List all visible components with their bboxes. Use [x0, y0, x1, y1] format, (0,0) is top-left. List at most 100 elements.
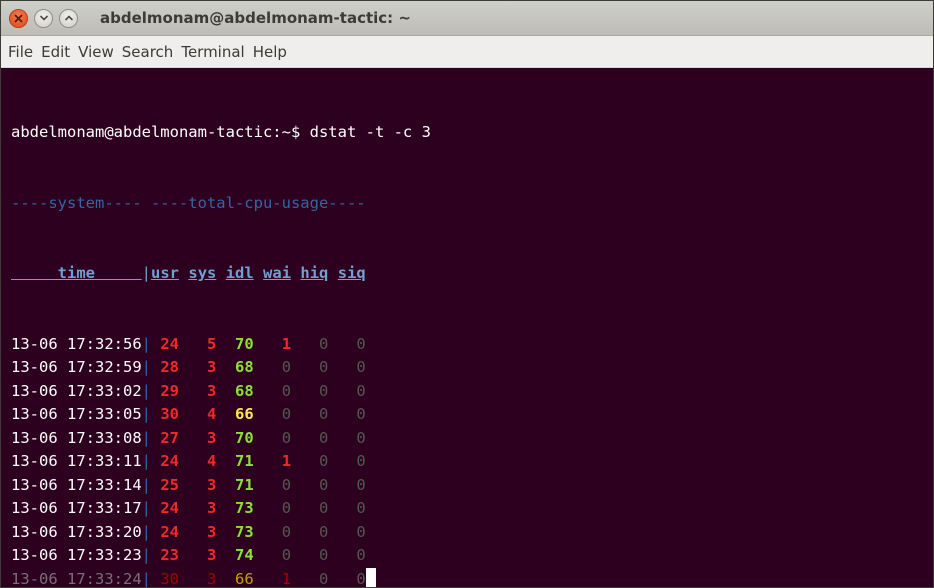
cell-sys: 3: [207, 522, 217, 541]
column-header-time: time: [57, 264, 95, 282]
cell-idl: 71: [235, 452, 254, 470]
column-header-usr: usr: [151, 264, 180, 282]
cell-idl: 70: [235, 428, 254, 447]
cell-siq: 0: [356, 499, 366, 517]
column-header-wai: wai: [263, 264, 292, 282]
cell-hiq: 0: [319, 546, 329, 564]
cell-hiq: 0: [319, 569, 329, 588]
menu-file[interactable]: File: [4, 43, 37, 61]
table-row: 13-06 17:33:24| 30 3 66 1 0 0: [11, 567, 933, 588]
cell-siq: 0: [356, 381, 366, 400]
header-groups: ----system---- ----total-cpu-usage----: [11, 193, 366, 212]
cell-hiq: 0: [319, 475, 329, 494]
cell-sys: 3: [207, 358, 217, 376]
cell-usr: 23: [160, 546, 180, 564]
row-time: 13-06 17:33:05: [11, 405, 142, 423]
cell-usr: 30: [160, 405, 180, 423]
table-row: 13-06 17:33:14| 25 3 71 0 0 0: [11, 474, 933, 498]
cell-siq: 0: [356, 452, 366, 470]
cell-hiq: 0: [319, 522, 329, 541]
cell-sys: 3: [207, 381, 217, 400]
cell-sys: 5: [207, 334, 217, 353]
cell-sys: 4: [207, 405, 217, 423]
cell-usr: 29: [160, 381, 180, 400]
menu-view[interactable]: View: [74, 43, 118, 61]
cell-siq: 0: [356, 522, 366, 541]
menu-help[interactable]: Help: [249, 43, 291, 61]
cell-wai: 1: [281, 569, 292, 588]
title-bar[interactable]: abdelmonam@abdelmonam-tactic: ~: [1, 1, 933, 36]
chevron-up-icon: [64, 15, 73, 21]
cell-hiq: 0: [319, 499, 329, 517]
row-time: 13-06 17:32:59: [11, 358, 142, 376]
cell-hiq: 0: [319, 358, 329, 376]
cell-wai: 0: [281, 499, 292, 517]
column-separator: |: [141, 569, 151, 588]
column-separator: |: [141, 546, 151, 564]
cell-siq: 0: [356, 405, 366, 423]
row-time: 13-06 17:33:23: [11, 546, 142, 564]
column-separator: |: [141, 522, 151, 541]
cell-usr: 25: [160, 475, 180, 494]
menu-search[interactable]: Search: [118, 43, 178, 61]
cell-sys: 3: [207, 569, 217, 588]
column-header-hiq: hiq: [300, 264, 329, 282]
cell-idl: 66: [235, 405, 254, 423]
table-row: 13-06 17:32:59| 28 3 68 0 0 0: [11, 356, 933, 380]
cell-idl: 68: [235, 381, 254, 400]
cell-idl: 71: [235, 475, 254, 494]
menu-terminal[interactable]: Terminal: [177, 43, 248, 61]
data-rows: 13-06 17:32:56| 24 5 70 1 0 0 13-06 17:32…: [11, 333, 933, 588]
cell-idl: 70: [235, 334, 254, 353]
cell-sys: 3: [207, 475, 217, 494]
table-row: 13-06 17:33:17| 24 3 73 0 0 0: [11, 497, 933, 521]
window-title: abdelmonam@abdelmonam-tactic: ~: [100, 9, 411, 27]
cell-wai: 0: [281, 522, 292, 541]
cell-idl: 73: [235, 499, 254, 517]
cell-usr: 28: [160, 358, 180, 376]
minimize-button[interactable]: [34, 8, 53, 28]
column-headers: time |usr sys idl wai hiq siq: [11, 262, 933, 286]
cell-siq: 0: [356, 475, 366, 494]
chevron-down-icon: [39, 15, 48, 21]
cell-siq: 0: [356, 546, 366, 564]
cell-hiq: 0: [319, 428, 329, 447]
cell-hiq: 0: [319, 334, 329, 353]
cell-wai: 1: [281, 452, 292, 470]
cell-wai: 0: [281, 358, 292, 376]
cell-usr: 27: [160, 428, 180, 447]
table-row: 13-06 17:33:23| 23 3 74 0 0 0: [11, 544, 933, 568]
column-separator: |: [141, 475, 151, 494]
maximize-button[interactable]: [59, 8, 78, 28]
column-header-sys: sys: [188, 264, 217, 282]
cell-hiq: 0: [319, 405, 329, 423]
row-time: 13-06 17:33:17: [11, 499, 142, 517]
cell-siq: 0: [356, 334, 366, 353]
cell-usr: 24: [160, 334, 180, 353]
cell-idl: 73: [235, 522, 254, 541]
close-button[interactable]: [9, 8, 28, 28]
cell-hiq: 0: [319, 381, 329, 400]
cell-sys: 3: [207, 499, 217, 517]
table-row: 13-06 17:32:56| 24 5 70 1 0 0: [11, 333, 933, 357]
column-separator: |: [141, 452, 151, 470]
terminal-output[interactable]: abdelmonam@abdelmonam-tactic:~$ dstat -t…: [1, 68, 933, 587]
row-time: 13-06 17:33:14: [11, 475, 142, 494]
table-row: 13-06 17:33:02| 29 3 68 0 0 0: [11, 380, 933, 404]
row-time: 13-06 17:32:56: [11, 334, 142, 353]
cell-usr: 24: [160, 522, 180, 541]
column-separator: |: [141, 405, 151, 423]
row-time: 13-06 17:33:20: [11, 522, 142, 541]
menu-bar: File Edit View Search Terminal Help: [1, 36, 933, 68]
text-cursor: [365, 567, 376, 587]
terminal-window: abdelmonam@abdelmonam-tactic: ~ File Edi…: [0, 0, 934, 588]
cell-wai: 0: [281, 428, 292, 447]
column-separator: |: [141, 358, 151, 376]
column-separator: |: [141, 428, 151, 447]
cell-wai: 0: [281, 405, 292, 423]
table-row: 13-06 17:33:05| 30 4 66 0 0 0: [11, 403, 933, 427]
menu-edit[interactable]: Edit: [37, 43, 74, 61]
table-row: 13-06 17:33:20| 24 3 73 0 0 0: [11, 521, 933, 545]
cell-siq: 0: [356, 428, 366, 447]
column-header-idl: idl: [225, 264, 254, 282]
